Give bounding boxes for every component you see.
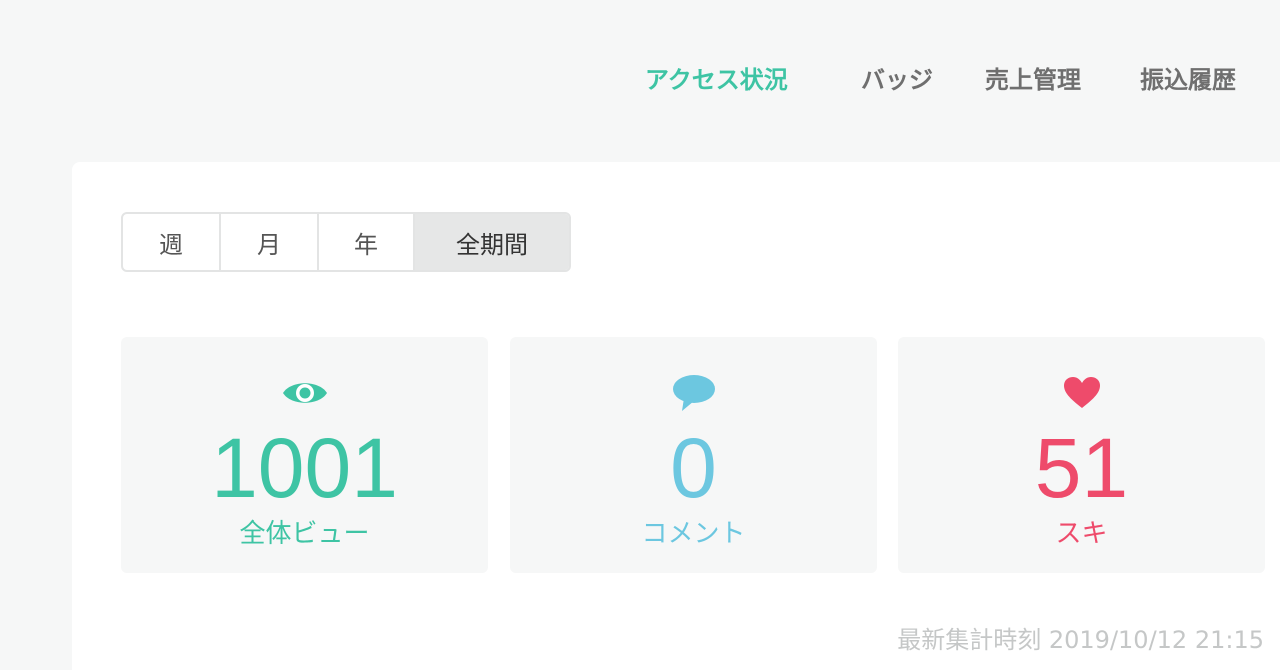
- nav-access-status[interactable]: アクセス状況: [645, 58, 788, 102]
- period-month-button[interactable]: 月: [221, 214, 319, 270]
- period-selector: 週 月 年 全期間: [121, 212, 571, 272]
- comments-count: 0: [670, 421, 717, 515]
- likes-label: スキ: [1055, 519, 1108, 549]
- eye-icon: [121, 373, 488, 413]
- likes-card: 51 スキ: [898, 337, 1265, 573]
- period-all-time-button[interactable]: 全期間: [415, 214, 569, 270]
- stats-panel: 週 月 年 全期間 1001 全体ビュー 0 コメント 51 スキ 最新集計時刻…: [72, 162, 1280, 670]
- last-updated-timestamp: 最新集計時刻 2019/10/12 21:15: [897, 626, 1264, 654]
- views-count: 1001: [211, 421, 398, 515]
- period-year-button[interactable]: 年: [319, 214, 415, 270]
- top-navigation: アクセス状況 バッジ 売上管理 振込履歴: [0, 58, 1280, 102]
- period-week-button[interactable]: 週: [123, 214, 221, 270]
- likes-count: 51: [1034, 421, 1129, 515]
- views-card: 1001 全体ビュー: [121, 337, 488, 573]
- views-label: 全体ビュー: [239, 519, 370, 549]
- comments-card: 0 コメント: [510, 337, 877, 573]
- comments-label: コメント: [641, 519, 746, 549]
- heart-icon: [898, 373, 1265, 413]
- nav-transfer-history[interactable]: 振込履歴: [1140, 58, 1236, 102]
- nav-sales-management[interactable]: 売上管理: [985, 58, 1081, 102]
- speech-bubble-icon: [510, 373, 877, 413]
- nav-badges[interactable]: バッジ: [861, 58, 933, 102]
